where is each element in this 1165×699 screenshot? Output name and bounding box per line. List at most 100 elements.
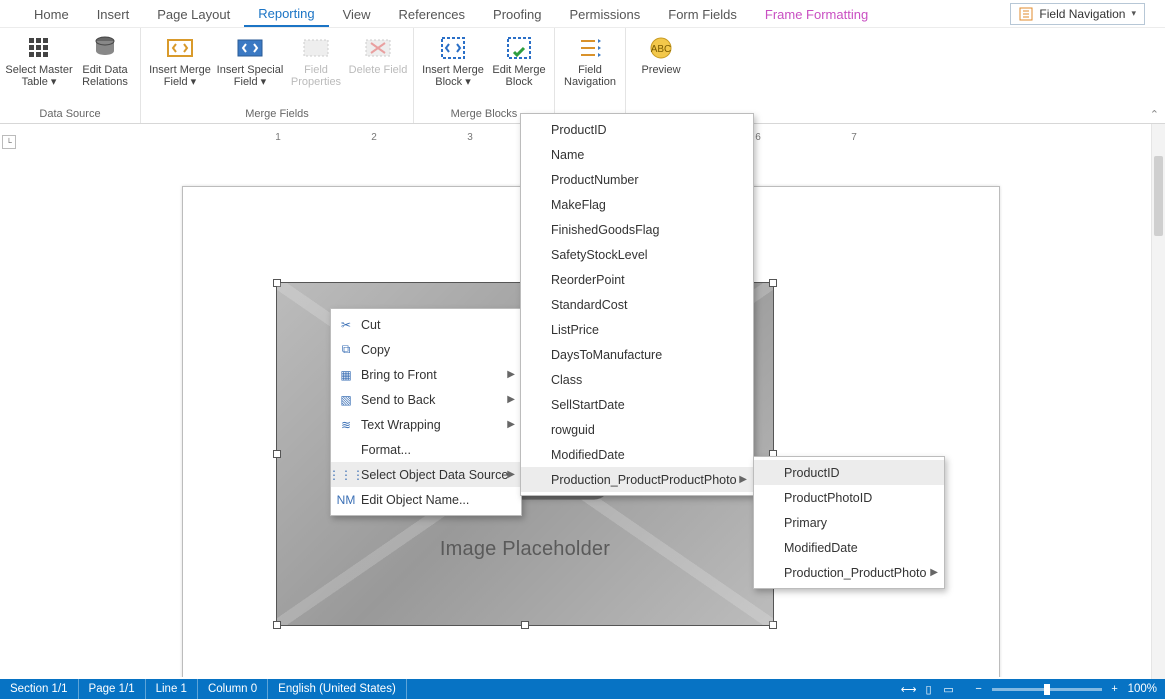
special-field-icon — [236, 34, 264, 62]
field-submenu-item[interactable]: ProductNumber — [521, 167, 753, 192]
chevron-right-icon: ▶ — [507, 394, 515, 405]
status-line[interactable]: Line 1 — [146, 679, 198, 699]
context-menu-item[interactable]: ✂ Cut — [331, 312, 521, 337]
zoom-control[interactable]: − + 100% — [964, 682, 1165, 696]
field-submenu-item[interactable]: rowguid — [521, 417, 753, 442]
ctx-item-icon: ▧ — [331, 393, 361, 407]
chevron-right-icon: ▶ — [507, 469, 515, 480]
layout-view2-icon[interactable]: ▭ — [942, 682, 956, 696]
photo-submenu-item[interactable]: Production_ProductPhoto▶ — [754, 560, 944, 585]
field-submenu-item[interactable]: MakeFlag — [521, 192, 753, 217]
tab-form-fields[interactable]: Form Fields — [654, 1, 751, 26]
ribbon-btn-label: Field Navigation — [559, 64, 621, 88]
field-submenu-item[interactable]: SellStartDate — [521, 392, 753, 417]
field-submenu-label: SellStartDate — [551, 398, 625, 412]
field-submenu-item[interactable]: StandardCost — [521, 292, 753, 317]
tab-references[interactable]: References — [385, 1, 479, 26]
photo-submenu-item[interactable]: ProductPhotoID — [754, 485, 944, 510]
tab-view[interactable]: View — [329, 1, 385, 26]
status-bar: Section 1/1 Page 1/1 Line 1 Column 0 Eng… — [0, 679, 1165, 699]
field-submenu-item[interactable]: Class — [521, 367, 753, 392]
tab-home[interactable]: Home — [20, 1, 83, 26]
context-menu-item[interactable]: NM Edit Object Name... — [331, 487, 521, 512]
resize-handle[interactable] — [273, 621, 281, 629]
field-submenu-item[interactable]: ReorderPoint — [521, 267, 753, 292]
ribbon-group-merge-fields: Insert Merge Field ▾ Insert Special Fiel… — [141, 28, 414, 123]
select-master-table-button[interactable]: Select Master Table ▾ — [4, 32, 74, 106]
photo-submenu-item[interactable]: Primary — [754, 510, 944, 535]
tab-insert[interactable]: Insert — [83, 1, 144, 26]
tab-frame-formatting[interactable]: Frame Formatting — [751, 1, 882, 26]
fit-width-icon[interactable]: ⟷ — [902, 682, 916, 696]
ribbon-group-preview: ABC Preview — [626, 28, 696, 123]
status-section[interactable]: Section 1/1 — [0, 679, 79, 699]
ribbon-collapse-icon[interactable]: ⌃ — [1150, 108, 1159, 121]
field-navigation-dropdown[interactable]: Field Navigation ▾ — [1010, 3, 1145, 25]
vertical-scrollbar[interactable] — [1151, 124, 1165, 679]
vertical-ruler[interactable] — [4, 156, 22, 677]
field-submenu-item[interactable]: ListPrice — [521, 317, 753, 342]
layout-view-icon[interactable]: ▯ — [922, 682, 936, 696]
context-menu-item[interactable]: ⧉ Copy — [331, 337, 521, 362]
grid-icon — [25, 34, 53, 62]
context-menu-item[interactable]: ⋮⋮⋮ Select Object Data Source ▶ — [331, 462, 521, 487]
context-menu-item[interactable]: Format... — [331, 437, 521, 462]
preview-icon: ABC — [647, 34, 675, 62]
tab-reporting[interactable]: Reporting — [244, 0, 328, 27]
edit-data-relations-button[interactable]: Edit Data Relations — [74, 32, 136, 106]
ruler-corner[interactable]: └ — [2, 135, 16, 149]
tab-page-layout[interactable]: Page Layout — [143, 1, 244, 26]
ribbon-btn-label: Insert Special Field ▾ — [215, 64, 285, 88]
field-navigation-button[interactable]: Field Navigation — [559, 32, 621, 106]
chevron-right-icon: ▶ — [507, 419, 515, 430]
edit-merge-block-button[interactable]: Edit Merge Block — [488, 32, 550, 106]
insert-special-field-button[interactable]: Insert Special Field ▾ — [215, 32, 285, 106]
status-page[interactable]: Page 1/1 — [79, 679, 146, 699]
field-properties-button: Field Properties — [285, 32, 347, 106]
tab-permissions[interactable]: Permissions — [555, 1, 654, 26]
resize-handle[interactable] — [769, 621, 777, 629]
photo-submenu-item[interactable]: ProductID — [754, 460, 944, 485]
ctx-item-label: Format... — [361, 443, 411, 457]
field-submenu-item[interactable]: DaysToManufacture — [521, 342, 753, 367]
field-submenu-label: Name — [551, 148, 584, 162]
ribbon-btn-label: Insert Merge Block ▾ — [418, 64, 488, 88]
context-menu-item[interactable]: ≋ Text Wrapping ▶ — [331, 412, 521, 437]
zoom-in-icon[interactable]: + — [1108, 682, 1122, 696]
resize-handle[interactable] — [273, 279, 281, 287]
menubar: Home Insert Page Layout Reporting View R… — [0, 0, 1165, 28]
field-submenu-item[interactable]: ModifiedDate — [521, 442, 753, 467]
resize-handle[interactable] — [769, 279, 777, 287]
ribbon-btn-label: Edit Merge Block — [488, 64, 550, 88]
scrollbar-thumb[interactable] — [1154, 156, 1163, 236]
status-column[interactable]: Column 0 — [198, 679, 268, 699]
tab-proofing[interactable]: Proofing — [479, 1, 555, 26]
field-submenu-label: DaysToManufacture — [551, 348, 662, 362]
field-submenu-item[interactable]: FinishedGoodsFlag — [521, 217, 753, 242]
field-submenu-item[interactable]: Name — [521, 142, 753, 167]
photo-submenu-item[interactable]: ModifiedDate — [754, 535, 944, 560]
photo-submenu-label: ProductID — [784, 466, 840, 480]
context-menu-item[interactable]: ▧ Send to Back ▶ — [331, 387, 521, 412]
field-navigation-label: Field Navigation — [1039, 7, 1125, 21]
insert-merge-field-button[interactable]: Insert Merge Field ▾ — [145, 32, 215, 106]
context-menu-item[interactable]: ▦ Bring to Front ▶ — [331, 362, 521, 387]
status-language[interactable]: English (United States) — [268, 679, 407, 699]
preview-button[interactable]: ABC Preview — [630, 32, 692, 106]
field-submenu-item[interactable]: SafetyStockLevel — [521, 242, 753, 267]
zoom-percent-label[interactable]: 100% — [1128, 683, 1157, 695]
field-submenu-item[interactable]: ProductID — [521, 117, 753, 142]
ribbon-btn-label: Delete Field — [349, 64, 408, 76]
ruler-tick: 6 — [755, 132, 761, 143]
ribbon-group-field-nav: Field Navigation — [555, 28, 626, 123]
insert-merge-block-button[interactable]: Insert Merge Block ▾ — [418, 32, 488, 106]
merge-block-icon — [439, 34, 467, 62]
ribbon-group-data-source: Select Master Table ▾ Edit Data Relation… — [0, 28, 141, 123]
field-submenu-item[interactable]: Production_ProductProductPhoto▶ — [521, 467, 753, 492]
zoom-slider[interactable] — [992, 688, 1102, 691]
zoom-out-icon[interactable]: − — [972, 682, 986, 696]
resize-handle[interactable] — [273, 450, 281, 458]
field-submenu-label: SafetyStockLevel — [551, 248, 648, 262]
resize-handle[interactable] — [521, 621, 529, 629]
ruler-tick: 3 — [467, 132, 473, 143]
